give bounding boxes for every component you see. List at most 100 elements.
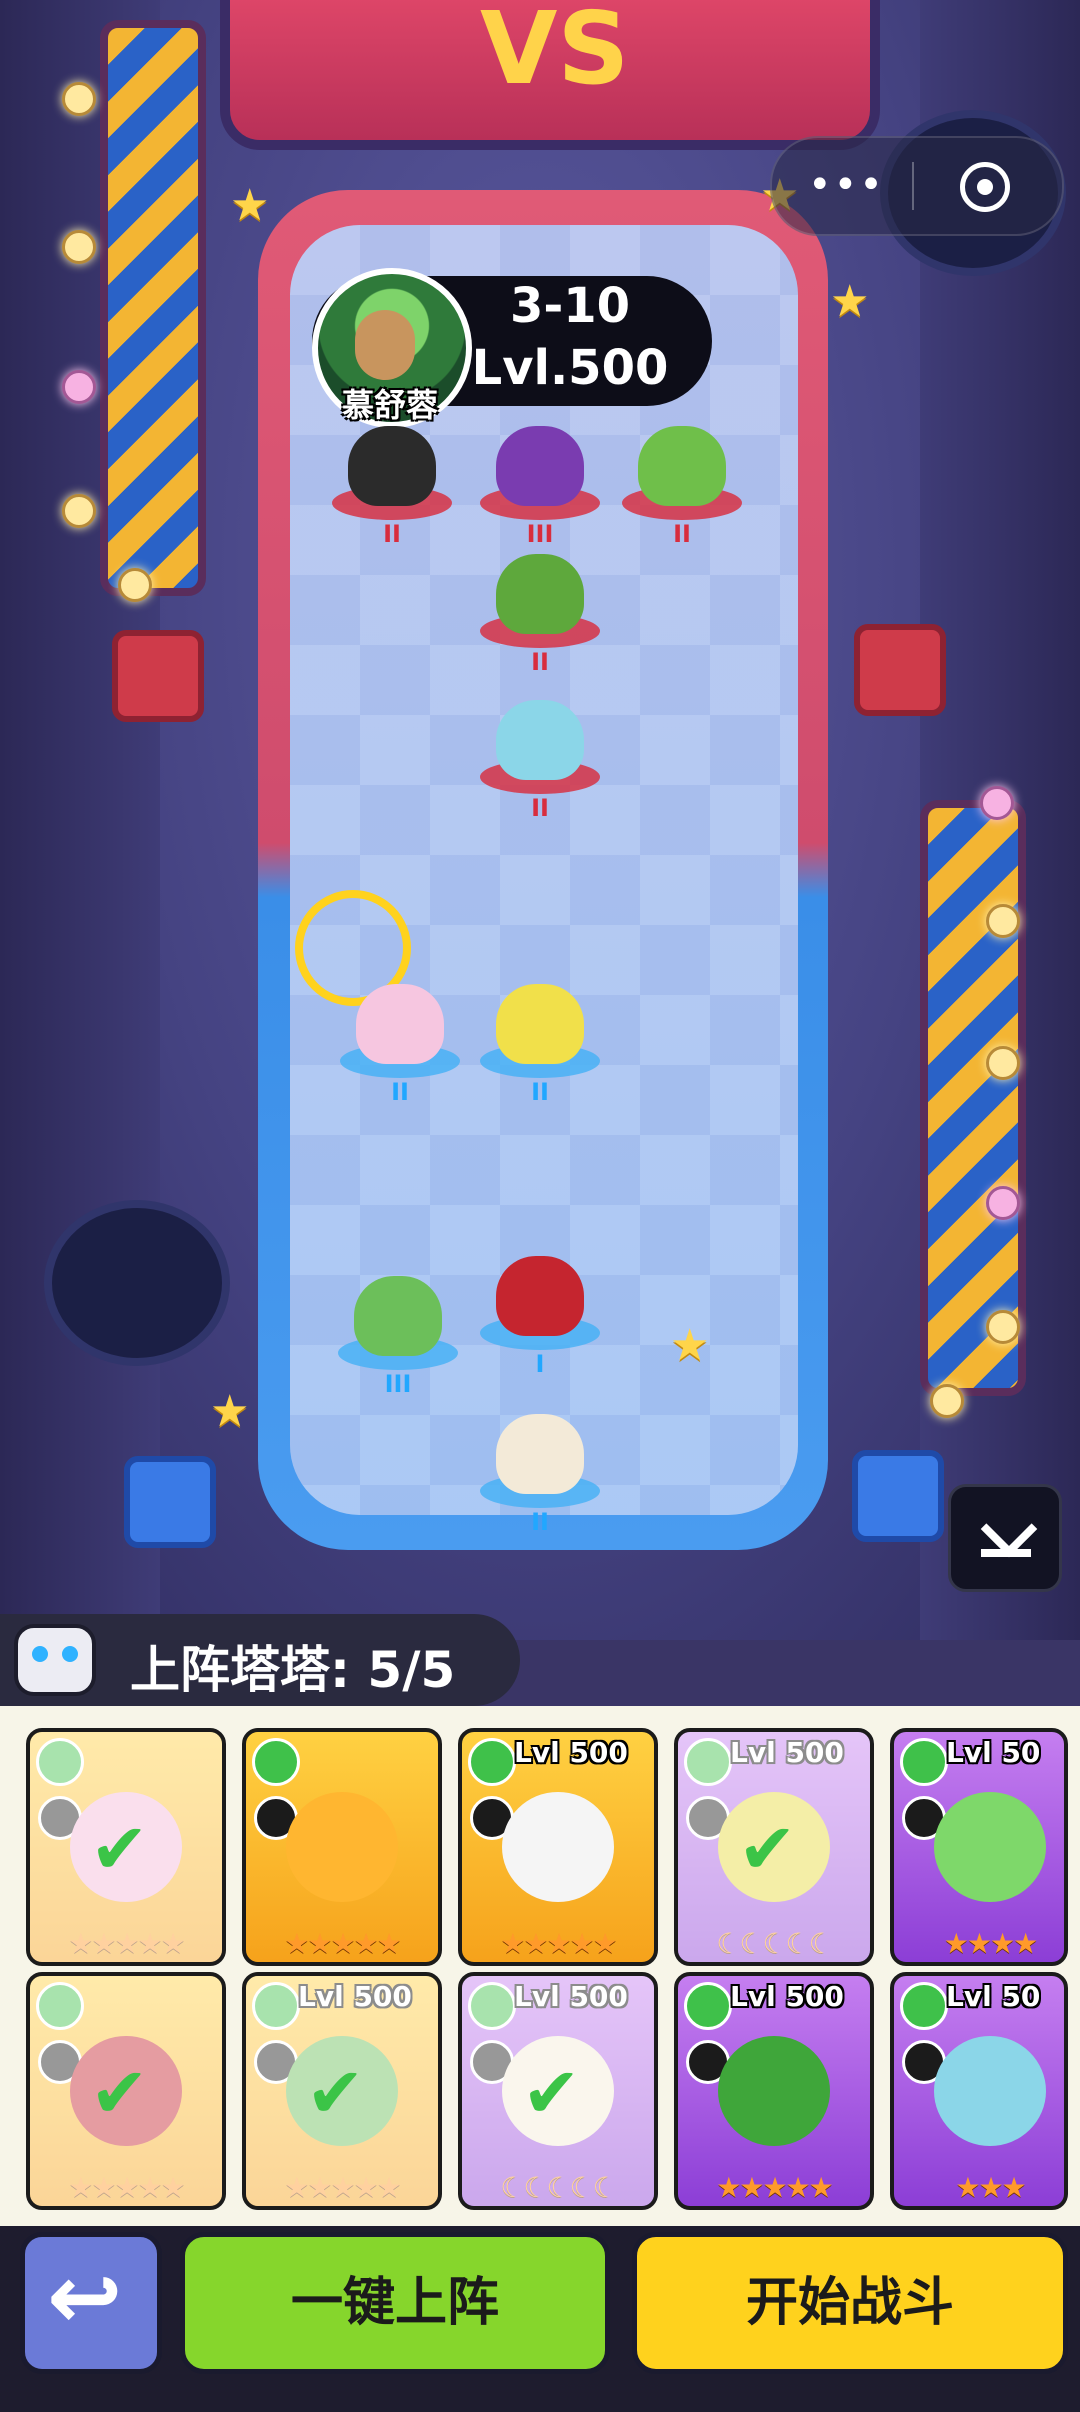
card-stars: ★★★★★	[68, 1927, 186, 1960]
start-battle-button[interactable]: 开始战斗	[632, 2232, 1068, 2374]
unit-card[interactable]: ✔ ★★★★★	[26, 1972, 226, 2210]
bulb-light	[62, 230, 96, 264]
card-stars: ★★★★★	[68, 2171, 186, 2204]
unit-tier: II	[531, 794, 549, 822]
card-portrait	[718, 2036, 830, 2146]
role-icon	[38, 1796, 82, 1840]
role-icon	[686, 1796, 730, 1840]
back-button[interactable]: ↩	[20, 2232, 162, 2374]
owned-badge-icon	[468, 1738, 516, 1786]
check-icon: ✔	[90, 1808, 149, 1890]
more-menu-icon[interactable]: •••	[808, 162, 885, 208]
capsule-divider	[912, 162, 914, 210]
card-level: Lvl 500	[730, 1980, 844, 2013]
owned-badge-icon	[252, 1982, 300, 2030]
unit-sprite	[496, 1256, 584, 1336]
card-level: Lvl 50	[946, 1736, 1041, 1769]
star-decoration: ★	[230, 180, 270, 231]
vs-logo: VS	[480, 0, 630, 107]
unit-card[interactable]: Lvl 500 ★★★★★	[458, 1728, 658, 1966]
card-level: Lvl 500	[298, 1980, 412, 2013]
enemy-unit[interactable]: II	[480, 548, 600, 676]
red-star-pedestal-left	[112, 630, 204, 722]
unit-card[interactable]: Lvl 500 ✔ ☾☾☾☾☾	[674, 1728, 874, 1966]
bulb-light	[986, 1046, 1020, 1080]
card-level: Lvl 500	[730, 1736, 844, 1769]
bulb-light	[62, 82, 96, 116]
close-target-icon[interactable]	[960, 162, 1010, 212]
owned-badge-icon	[900, 1738, 948, 1786]
enemy-unit[interactable]: II	[332, 420, 452, 548]
card-stars: ☾☾☾☾☾	[500, 2171, 618, 2204]
card-level: Lvl 500	[514, 1980, 628, 2013]
enemy-level: Lvl.500	[471, 340, 669, 396]
avatar-face	[355, 310, 415, 380]
unit-card[interactable]: ✔ ★★★★★	[26, 1728, 226, 1966]
role-icon	[38, 2040, 82, 2084]
card-portrait	[286, 1792, 398, 1902]
ally-unit[interactable]: I	[480, 1250, 600, 1378]
auto-deploy-button[interactable]: 一键上阵	[180, 2232, 610, 2374]
deploy-count: 上阵塔塔: 5/5	[130, 1641, 456, 1699]
check-icon: ✔	[90, 2052, 149, 2134]
card-stars: ★★★★★	[500, 1927, 618, 1960]
star-decoration: ★	[210, 1386, 250, 1437]
bulb-light	[62, 494, 96, 528]
card-portrait	[934, 1792, 1046, 1902]
owned-badge-icon	[36, 1738, 84, 1786]
stage-number: 3-10	[509, 278, 631, 334]
check-icon: ✔	[522, 2052, 581, 2134]
heal-role-icon	[470, 2040, 514, 2084]
checkered-banner-right	[920, 800, 1026, 1396]
unit-sprite	[348, 426, 436, 506]
unit-sprite	[638, 426, 726, 506]
owned-badge-icon	[684, 1738, 732, 1786]
card-level: Lvl 500	[514, 1736, 628, 1769]
unit-sprite	[496, 554, 584, 634]
enemy-unit[interactable]: III	[480, 420, 600, 548]
ally-unit[interactable]: II	[340, 978, 460, 1106]
enemy-unit[interactable]: II	[480, 694, 600, 822]
miniprogram-capsule: •••	[770, 136, 1064, 236]
unit-tier: III	[384, 1370, 412, 1398]
ally-unit[interactable]: II	[480, 1408, 600, 1536]
back-arrow-icon: ↩	[47, 2245, 123, 2350]
owned-badge-icon	[252, 1738, 300, 1786]
card-portrait	[502, 1792, 614, 1902]
unit-tier: II	[383, 520, 401, 548]
unit-card[interactable]: Lvl 50 ★★★	[890, 1972, 1068, 2210]
card-stars: ☾☾☾☾☾	[716, 1927, 834, 1960]
spotlight-left	[44, 1200, 230, 1366]
unit-card[interactable]: Lvl 500 ✔ ★★★★★	[242, 1972, 442, 2210]
card-stars: ★★★★	[943, 1927, 1038, 1960]
unit-card[interactable]: Lvl 50 ★★★★	[890, 1728, 1068, 1966]
download-icon[interactable]	[948, 1484, 1062, 1592]
star-decoration: ★	[830, 276, 870, 327]
unit-card[interactable]: ★★★★★	[242, 1728, 442, 1966]
role-icon	[254, 2040, 298, 2084]
unit-card[interactable]: Lvl 500 ★★★★★	[674, 1972, 874, 2210]
card-stars: ★★★★★	[284, 1927, 402, 1960]
card-stars: ★★★★★	[716, 2171, 834, 2204]
enemy-unit[interactable]: II	[622, 420, 742, 548]
card-portrait	[934, 2036, 1046, 2146]
blue-cat-pedestal-left	[124, 1456, 216, 1548]
unit-sprite	[496, 700, 584, 780]
unit-tier: II	[531, 648, 549, 676]
checkered-banner-left	[100, 20, 206, 596]
bulb-light	[986, 1310, 1020, 1344]
ally-unit[interactable]: III	[338, 1270, 458, 1398]
bulb-light	[930, 1384, 964, 1418]
owned-badge-icon	[684, 1982, 732, 2030]
red-star-pedestal-right	[854, 624, 946, 716]
unit-tier: I	[535, 1350, 545, 1378]
vs-sign: VS	[220, 0, 880, 150]
bulb-light	[986, 904, 1020, 938]
bulb-light	[118, 568, 152, 602]
unit-sprite	[496, 426, 584, 506]
unit-sprite	[496, 984, 584, 1064]
bulb-light	[986, 1186, 1020, 1220]
check-icon: ✔	[738, 1808, 797, 1890]
ally-unit[interactable]: II	[480, 978, 600, 1106]
unit-card[interactable]: Lvl 500 ✔ ☾☾☾☾☾	[458, 1972, 658, 2210]
